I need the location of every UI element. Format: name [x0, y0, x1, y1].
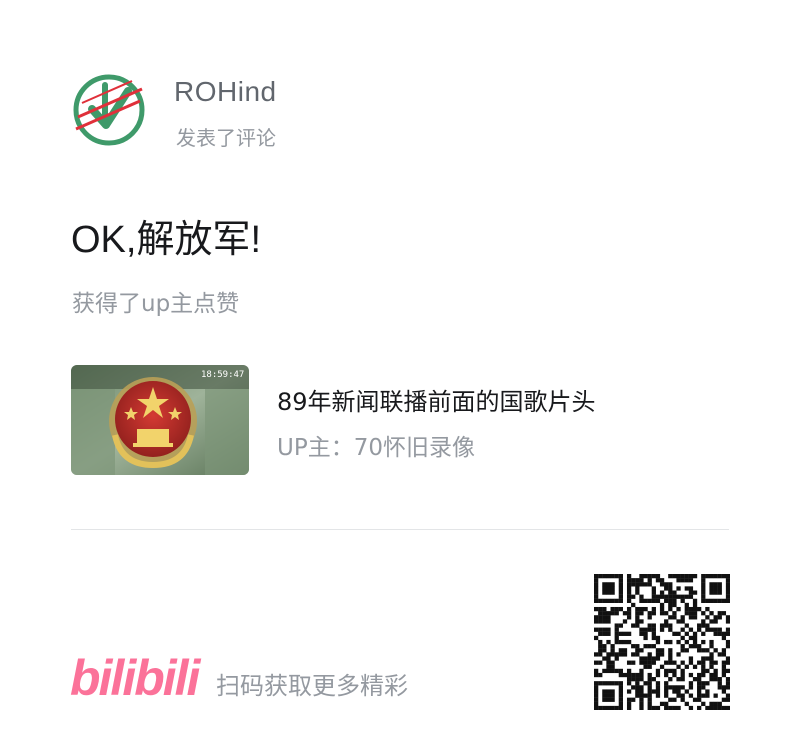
divider: [71, 529, 729, 530]
svg-text:bilibili: bilibili: [70, 650, 202, 703]
qr-code: [594, 574, 730, 710]
thumbnail-timestamp: 18:59:47: [201, 370, 244, 380]
user-name[interactable]: ROHind: [174, 76, 277, 108]
video-uploader[interactable]: UP主：70怀旧录像: [277, 428, 475, 462]
scan-slogan: 扫码获取更多精彩: [216, 672, 408, 700]
video-title[interactable]: 89年新闻联播前面的国歌片头: [277, 382, 596, 417]
video-thumbnail[interactable]: 18:59:47: [71, 365, 249, 475]
comment-text: OK,解放军!: [71, 219, 262, 261]
user-avatar[interactable]: [72, 73, 146, 147]
share-card: ROHind 发表了评论 OK,解放军! 获得了up主点赞 18:59:47 8…: [0, 0, 800, 753]
bilibili-logo: bilibili: [70, 650, 204, 703]
up-liked-note: 获得了up主点赞: [72, 291, 240, 317]
comment-action-label: 发表了评论: [176, 126, 276, 150]
